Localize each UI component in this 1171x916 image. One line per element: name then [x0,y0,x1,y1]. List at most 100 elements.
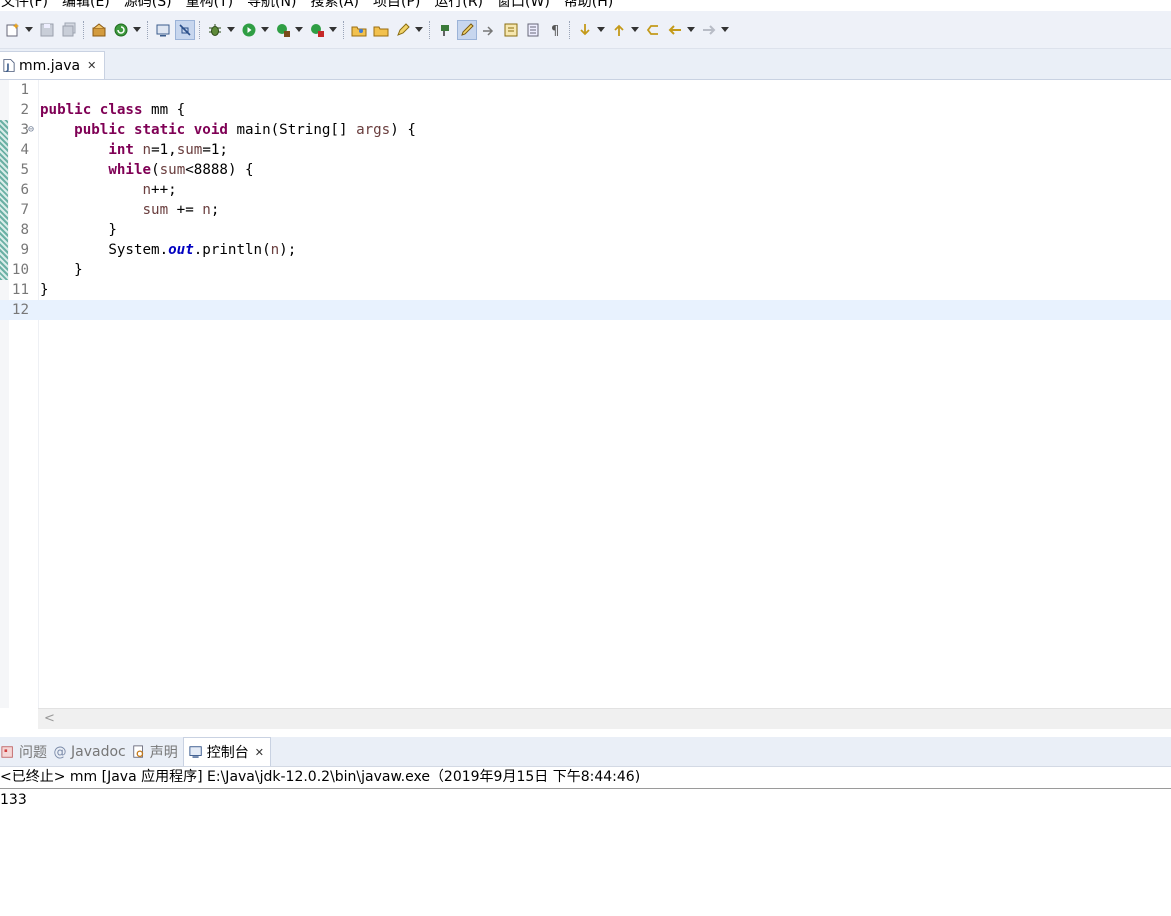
console-output[interactable]: 133 [0,789,1171,916]
menu-navigate[interactable]: 导航(N) [240,0,303,11]
coverage-dropdown[interactable] [294,20,304,40]
run-icon[interactable] [239,20,259,40]
code-line[interactable]: 8 } [0,220,1171,240]
line-number: 12 [11,302,29,318]
next-edit-dropdown[interactable] [596,20,606,40]
tab-label: mm.java [19,57,81,74]
code-text: while(sum<8888) { [108,162,254,178]
panel-splitter[interactable] [0,729,1171,737]
line-number: 1 [20,82,29,98]
code-line[interactable]: 5 while(sum<8888) { [0,160,1171,180]
highlight-icon[interactable] [457,19,477,40]
menubar: 文件(F) 编辑(E) 源码(S) 重构(T) 导航(N) 搜索(A) 项目(P… [0,0,1171,11]
tab-label: 问题 [19,745,47,761]
new-dropdown[interactable] [24,20,34,40]
menu-source[interactable]: 源码(S) [117,0,179,11]
forward-dropdown[interactable] [720,20,730,40]
menu-file[interactable]: 文件(F) [0,0,55,11]
external-tools-icon[interactable] [307,20,327,40]
menu-search[interactable]: 搜索(A) [303,0,366,11]
refresh-icon[interactable] [111,20,131,40]
menu-refactor[interactable]: 重构(T) [179,0,240,11]
open-type-icon[interactable] [349,20,369,40]
save-icon[interactable] [37,20,57,40]
code-line[interactable]: 1 [0,80,1171,100]
toolbar-separator [83,20,85,39]
last-edit-icon[interactable] [643,20,663,40]
problems-icon [0,744,16,760]
toolbar-separator [147,20,149,39]
prev-edit-dropdown[interactable] [630,20,640,40]
menu-window[interactable]: 窗口(W) [490,0,557,11]
forward-icon[interactable] [699,20,719,40]
tab-label: 控制台 [206,745,249,761]
code-line[interactable]: 11} [0,280,1171,300]
code-text: } [40,262,83,278]
tab-console[interactable]: 控制台 ✕ [182,737,271,766]
pencil-dropdown[interactable] [414,20,424,40]
fold-toggle-icon[interactable]: ⊖ [28,120,34,140]
code-line[interactable]: 3 ⊖ public static void main(String[] args… [0,120,1171,140]
menu-run[interactable]: 运行(R) [427,0,490,11]
prev-edit-icon[interactable] [609,20,629,40]
editor-horizontal-scrollbar[interactable]: < [38,708,1171,729]
code-line[interactable]: 4 int n=1,sum=1; [0,140,1171,160]
toolbar-separator [199,20,201,39]
tab-mm-java[interactable]: J mm.java ✕ [0,51,105,79]
code-text: } [40,222,117,238]
refresh-dropdown[interactable] [132,20,142,40]
code-text: int n=1,sum=1; [108,142,228,158]
close-icon[interactable]: ✕ [255,746,264,759]
close-icon[interactable]: ✕ [87,59,96,72]
pilcrow-icon[interactable]: ¶ [545,20,565,40]
back-dropdown[interactable] [686,20,696,40]
code-line[interactable]: 6 n++; [0,180,1171,200]
code-text: public static void main(String[] args) { [74,122,416,138]
word-wrap-icon[interactable] [523,20,543,40]
save-all-icon[interactable] [59,20,79,40]
next-edit-icon[interactable] [575,20,595,40]
pencil-icon[interactable] [393,20,413,40]
line-number: 6 [20,182,29,198]
debug-icon[interactable] [205,20,225,40]
line-number: 5 [20,162,29,178]
console-icon [188,744,204,760]
line-number: 9 [20,242,29,258]
menu-edit[interactable]: 编辑(E) [55,0,117,11]
tab-declaration[interactable]: 声明 [131,738,183,766]
run-dropdown[interactable] [260,20,270,40]
editor-tab-strip: J mm.java ✕ [0,49,1171,80]
toggle-block-icon[interactable] [501,20,521,40]
coverage-icon[interactable] [273,20,293,40]
scroll-left-icon[interactable]: < [44,711,55,726]
external-tools-dropdown[interactable] [328,20,338,40]
new-icon[interactable] [3,20,23,40]
code-line[interactable]: 10 } [0,260,1171,280]
tab-javadoc[interactable]: @ Javadoc [52,738,131,766]
package-icon[interactable] [89,20,109,40]
toggle-mark-icon[interactable] [175,19,195,40]
at-icon: @ [53,744,67,760]
code-line[interactable]: 12 [0,300,1171,320]
line-number: 10 [11,262,29,278]
debug-dropdown[interactable] [226,20,236,40]
code-line[interactable]: 2 public class mm { [0,100,1171,120]
code-editor[interactable]: 1 2 public class mm {3 ⊖ public static void… [0,80,1171,708]
code-line[interactable]: 7 sum += n; [0,200,1171,220]
tab-problems[interactable]: 问题 [0,738,52,766]
next-annotation-icon[interactable] [435,20,455,40]
link-icon[interactable] [479,20,499,40]
svg-text:¶: ¶ [551,24,559,38]
svg-text:J: J [5,63,9,73]
menu-help[interactable]: 帮助(H) [557,0,620,11]
menu-project[interactable]: 项目(P) [366,0,427,11]
back-icon[interactable] [665,20,685,40]
toolbar-separator [429,20,431,39]
console-header: <已终止> mm [Java 应用程序] E:\Java\jdk-12.0.2\… [0,766,1171,789]
line-number: 3 [20,122,29,138]
code-line[interactable]: 9 System.out.println(n); [0,240,1171,260]
open-folder-icon[interactable] [371,20,391,40]
code-text: System.out.println(n); [40,242,297,258]
console-icon[interactable] [153,20,173,40]
code-text: sum += n; [142,202,220,218]
